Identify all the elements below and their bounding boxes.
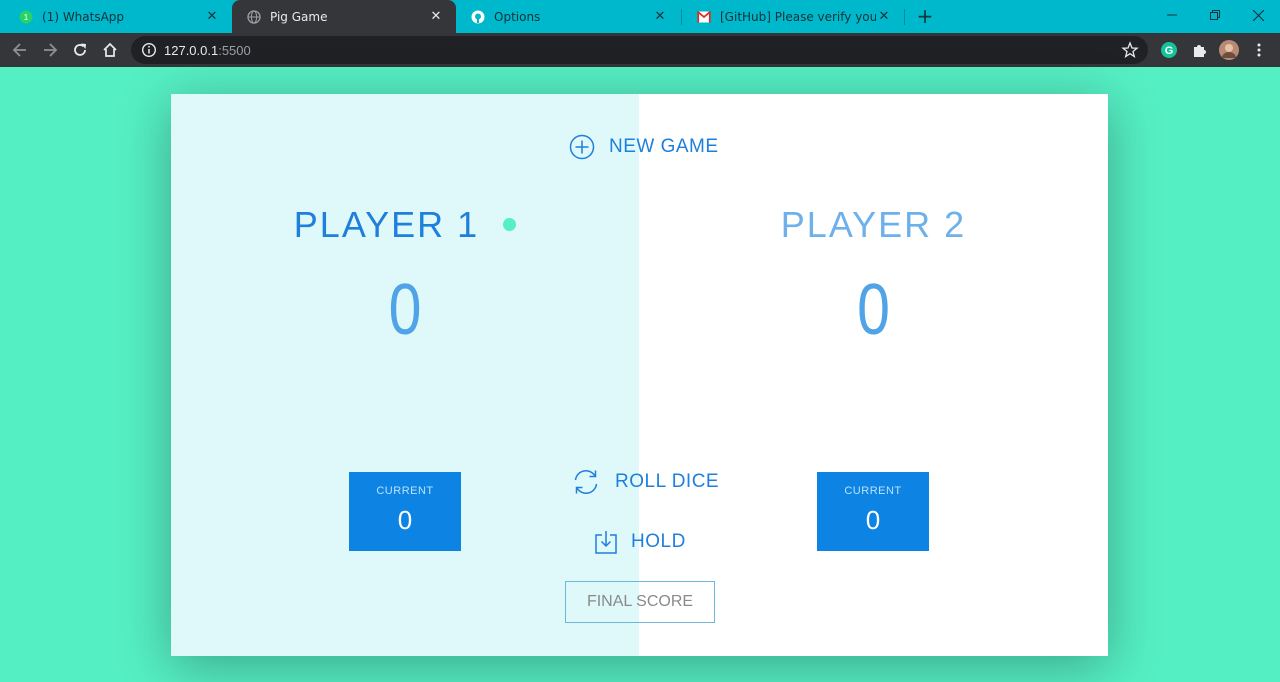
player-2-score: 0 xyxy=(857,270,890,350)
close-icon[interactable]: ✕ xyxy=(652,9,668,25)
puzzle-icon[interactable] xyxy=(1189,40,1209,60)
player-2-current-score: 0 xyxy=(865,505,881,535)
whatsapp-icon: 1 xyxy=(18,9,34,25)
tab-separator xyxy=(904,9,905,25)
svg-text:G: G xyxy=(1165,45,1174,57)
forward-icon[interactable] xyxy=(38,38,62,62)
info-icon[interactable] xyxy=(141,42,157,58)
current-label: CURRENT xyxy=(844,485,902,497)
tab-options[interactable]: Options ✕ xyxy=(456,0,680,33)
address-bar[interactable]: 127.0.0.1:5500 xyxy=(131,36,1148,64)
player-1-panel: PLAYER 1 0 CURRENT 0 xyxy=(171,94,639,656)
restore-icon[interactable] xyxy=(1193,0,1237,30)
tab-pig-game[interactable]: Pig Game ✕ xyxy=(232,0,456,33)
close-icon[interactable]: ✕ xyxy=(204,9,220,25)
player-1-current-box: CURRENT 0 xyxy=(349,472,461,551)
final-score-input[interactable]: FINAL SCORE xyxy=(565,581,715,623)
url-host: 127.0.0.1 xyxy=(164,43,219,58)
player-2-name-text: PLAYER 2 xyxy=(780,204,967,245)
url-port: :5500 xyxy=(218,43,251,58)
hold-button[interactable]: HOLD xyxy=(595,530,686,554)
tab-title: (1) WhatsApp xyxy=(42,9,125,24)
kebab-menu-icon[interactable] xyxy=(1249,40,1269,60)
globe-icon xyxy=(246,9,262,25)
player-1-score: 0 xyxy=(388,270,422,350)
reload-icon[interactable] xyxy=(68,38,92,62)
avatar[interactable] xyxy=(1219,40,1239,60)
download-icon xyxy=(595,530,617,554)
hold-label: HOLD xyxy=(631,531,686,552)
bookmark-star-icon[interactable] xyxy=(1121,41,1139,59)
game-wrapper: PLAYER 1 0 CURRENT 0 PLAYER 2 0 CURRENT … xyxy=(171,94,1108,656)
player-1-name: PLAYER 1 xyxy=(171,204,639,246)
plus-circle-icon xyxy=(569,134,595,160)
new-game-button[interactable]: NEW GAME xyxy=(569,134,719,160)
tab-whatsapp[interactable]: 1 (1) WhatsApp ✕ xyxy=(4,0,232,33)
minimize-icon[interactable] xyxy=(1150,0,1194,30)
github-icon xyxy=(470,9,486,25)
refresh-icon xyxy=(571,468,601,496)
player-1-name-text: PLAYER 1 xyxy=(293,204,480,245)
roll-dice-label: ROLL DICE xyxy=(615,471,720,492)
gmail-icon xyxy=(696,9,712,25)
tab-title: [GitHub] Please verify your device xyxy=(720,9,876,24)
window-close-icon[interactable] xyxy=(1236,0,1280,30)
current-label: CURRENT xyxy=(376,485,434,497)
close-icon[interactable]: ✕ xyxy=(428,9,444,25)
grammarly-icon[interactable]: G xyxy=(1159,40,1179,60)
player-2-current-box: CURRENT 0 xyxy=(817,472,929,551)
tab-gmail[interactable]: [GitHub] Please verify your device ✕ xyxy=(682,0,904,33)
active-player-indicator xyxy=(503,217,517,231)
svg-text:1: 1 xyxy=(24,12,29,22)
close-icon[interactable]: ✕ xyxy=(876,9,892,25)
tab-strip: 1 (1) WhatsApp ✕ Pig Game ✕ Options ✕ [G… xyxy=(0,0,1280,33)
home-icon[interactable] xyxy=(98,38,122,62)
player-2-name: PLAYER 2 xyxy=(639,204,1108,246)
browser-toolbar: 127.0.0.1:5500 G xyxy=(0,33,1280,67)
new-tab-button[interactable]: + xyxy=(914,4,936,28)
player-2-panel: PLAYER 2 0 CURRENT 0 xyxy=(639,94,1108,656)
tab-title: Options xyxy=(494,9,541,24)
url-text: 127.0.0.1:5500 xyxy=(164,43,251,58)
back-icon[interactable] xyxy=(8,38,32,62)
new-game-label: NEW GAME xyxy=(609,136,719,157)
tab-title: Pig Game xyxy=(270,9,328,24)
player-1-current-score: 0 xyxy=(397,505,413,535)
roll-dice-button[interactable]: ROLL DICE xyxy=(571,468,719,496)
